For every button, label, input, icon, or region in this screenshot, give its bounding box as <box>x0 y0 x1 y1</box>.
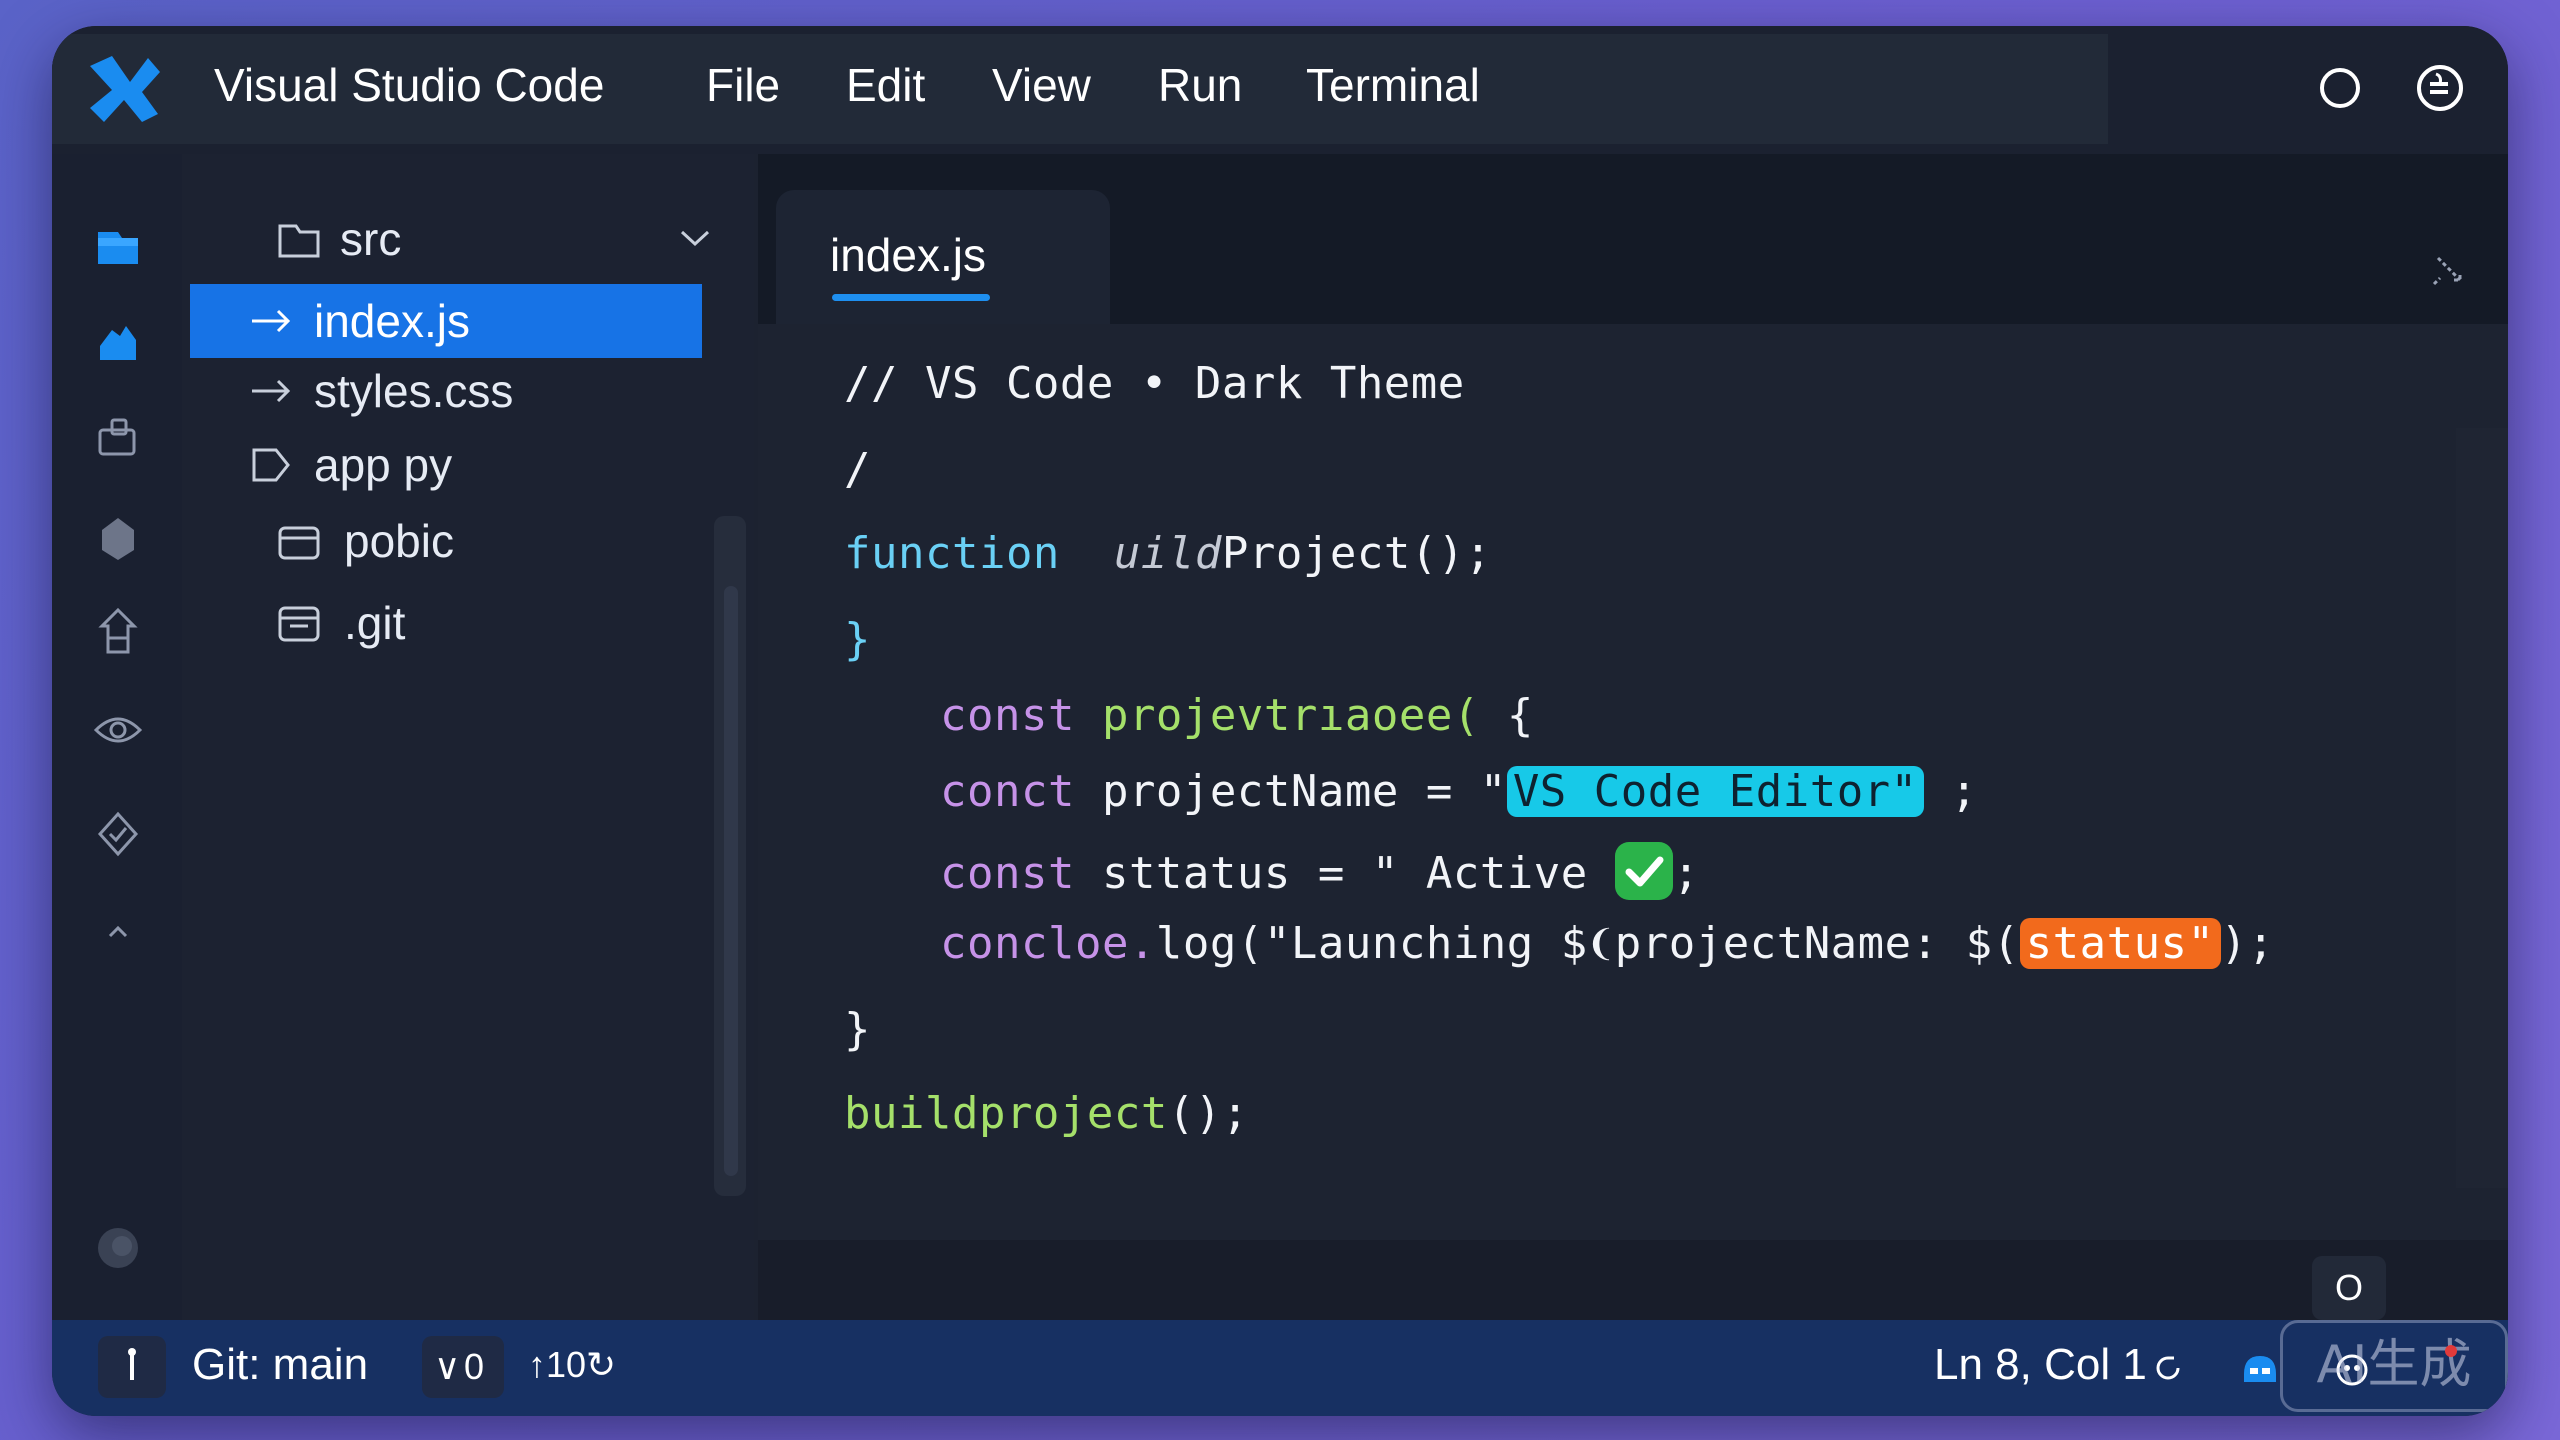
code-line-7: const sttatus = " Active ; <box>940 842 1700 900</box>
tree-file-index-js[interactable]: index.js <box>190 284 702 358</box>
minimap[interactable] <box>2456 428 2508 1188</box>
explorer-scroll-thumb[interactable] <box>724 586 738 1176</box>
title-bar: Visual Studio Code File Edit View Run Te… <box>52 26 2508 154</box>
code-text: log("Launching $❨projectName: $( <box>1155 918 2020 969</box>
status-bar: Git: main ∨ 0 ↑10↻ Ln 8, Col 1 AI生成 <box>52 1320 2508 1416</box>
code-area[interactable]: // VS Code • Dark Theme / function uildP… <box>758 324 2508 1240</box>
tree-label-git: .git <box>344 597 406 649</box>
tree-label-app-py: app py <box>314 439 453 491</box>
keyword: concloe. <box>940 918 1156 969</box>
menu-edit[interactable]: Edit <box>846 58 925 112</box>
code-line-1: // VS Code • Dark Theme <box>844 358 1465 409</box>
tree-folder-git[interactable]: .git <box>182 586 754 660</box>
source-control-icon[interactable] <box>90 410 146 466</box>
explorer-sidebar: src index.js styles.css app py pobic .gi… <box>182 154 754 1346</box>
git-branch-button[interactable] <box>98 1336 166 1398</box>
collapse-icon[interactable] <box>90 904 146 960</box>
explorer-icon[interactable] <box>90 218 146 274</box>
code-line-6: conct projectName = " VS Code Editor" ; <box>940 766 1978 817</box>
sync-down-count: 0 <box>464 1346 485 1387</box>
keyword: const <box>940 848 1075 899</box>
code-line-4: } <box>844 614 871 665</box>
chevron-down-icon: ∨ <box>434 1346 461 1387</box>
search-icon[interactable] <box>90 316 146 372</box>
extensions-icon[interactable] <box>90 604 146 660</box>
cursor-position[interactable]: Ln 8, Col 1 <box>1934 1340 2147 1390</box>
notification-dot <box>2445 1345 2457 1357</box>
active-tab-indicator <box>832 294 990 301</box>
identifier: uild <box>1113 528 1222 579</box>
checkmark-icon <box>1614 842 1673 900</box>
keyword: const <box>940 690 1075 741</box>
string-highlight: VS Code Editor" <box>1506 766 1924 817</box>
tab-index-js[interactable]: index.js <box>776 190 1110 324</box>
code-line-2: / <box>844 444 871 495</box>
testing-icon[interactable] <box>90 806 146 862</box>
circle-icon[interactable] <box>2312 60 2368 116</box>
tree-label-index-js: index.js <box>314 295 470 347</box>
watermark-logo: AI生成 <box>2280 1320 2508 1412</box>
keyword: function <box>844 528 1060 579</box>
editor-pane: index.js // VS Code • Dark Theme / funct… <box>758 154 2508 1346</box>
file-icon <box>252 448 290 482</box>
git-branch-label[interactable]: Git: main <box>192 1340 368 1390</box>
folder-icon <box>278 224 320 258</box>
arrow-up-icon: ↑ <box>528 1344 546 1385</box>
debug-icon[interactable] <box>90 510 146 566</box>
refresh-icon[interactable] <box>2150 1350 2186 1386</box>
menu-terminal[interactable]: Terminal <box>1306 58 1480 112</box>
sync-down-button[interactable]: ∨ 0 <box>422 1336 504 1398</box>
remote-explorer-icon[interactable] <box>90 702 146 758</box>
keyword: conct <box>940 766 1075 817</box>
git-branch-icon <box>128 1348 136 1380</box>
punctuation: ); <box>2220 918 2275 969</box>
menu-file[interactable]: File <box>706 58 780 112</box>
sync-up-button[interactable]: ↑10↻ <box>528 1344 616 1386</box>
code-text: projectName = " <box>1101 766 1507 817</box>
tree-file-styles-css[interactable]: styles.css <box>182 354 754 428</box>
account-menu-icon[interactable] <box>2412 60 2468 116</box>
code-line-3: function uildProject(); <box>844 528 1492 579</box>
code-text: sttatus = " Active <box>1101 848 1588 899</box>
vscode-window: Visual Studio Code File Edit View Run Te… <box>52 26 2508 1416</box>
tree-folder-src[interactable]: src <box>182 202 754 276</box>
menu-view[interactable]: View <box>992 58 1091 112</box>
copilot-icon[interactable] <box>2236 1344 2284 1392</box>
tree-label-src: src <box>340 213 402 265</box>
code-line-9: } <box>844 1004 871 1055</box>
chevron-down-icon[interactable] <box>670 214 720 264</box>
folder-icon <box>278 606 320 642</box>
identifier: Project(); <box>1221 528 1492 579</box>
watermark-text: AI生成 <box>2316 1335 2472 1395</box>
string-highlight: status" <box>2019 918 2221 969</box>
tree-label-pobic: pobic <box>344 515 454 567</box>
identifier: projevtrıaoee( <box>1101 690 1480 741</box>
account-icon[interactable] <box>90 1220 146 1276</box>
tree-file-app-py[interactable]: app py <box>182 428 754 502</box>
tab-label: index.js <box>830 229 986 281</box>
app-title: Visual Studio Code <box>214 59 605 111</box>
activity-bar <box>52 154 182 1346</box>
code-line-5: const projevtrıaoee( { <box>940 690 1534 741</box>
folder-icon <box>278 526 320 560</box>
tree-folder-pobic[interactable]: pobic <box>182 504 754 578</box>
menu-run[interactable]: Run <box>1158 58 1242 112</box>
code-line-8: concloe.log("Launching $❨projectName: $(… <box>940 918 2275 969</box>
sync-up-count: 10 <box>546 1344 587 1385</box>
arrow-right-icon <box>252 379 291 403</box>
punctuation: { <box>1506 690 1534 741</box>
split-editor-icon[interactable] <box>2424 244 2474 294</box>
code-line-10: buildproject(); <box>844 1088 1249 1139</box>
punctuation: ; <box>1672 848 1700 899</box>
tab-strip: index.js <box>758 154 2508 324</box>
notification-badge[interactable]: O <box>2312 1256 2386 1320</box>
function-call: buildproject <box>844 1088 1168 1139</box>
sync-icon: ↻ <box>586 1344 617 1385</box>
tree-label-styles-css: styles.css <box>314 365 514 417</box>
punctuation: (); <box>1167 1088 1249 1139</box>
vscode-logo-icon <box>90 56 160 122</box>
punctuation: ; <box>1923 766 1978 817</box>
arrow-right-icon <box>252 309 291 333</box>
